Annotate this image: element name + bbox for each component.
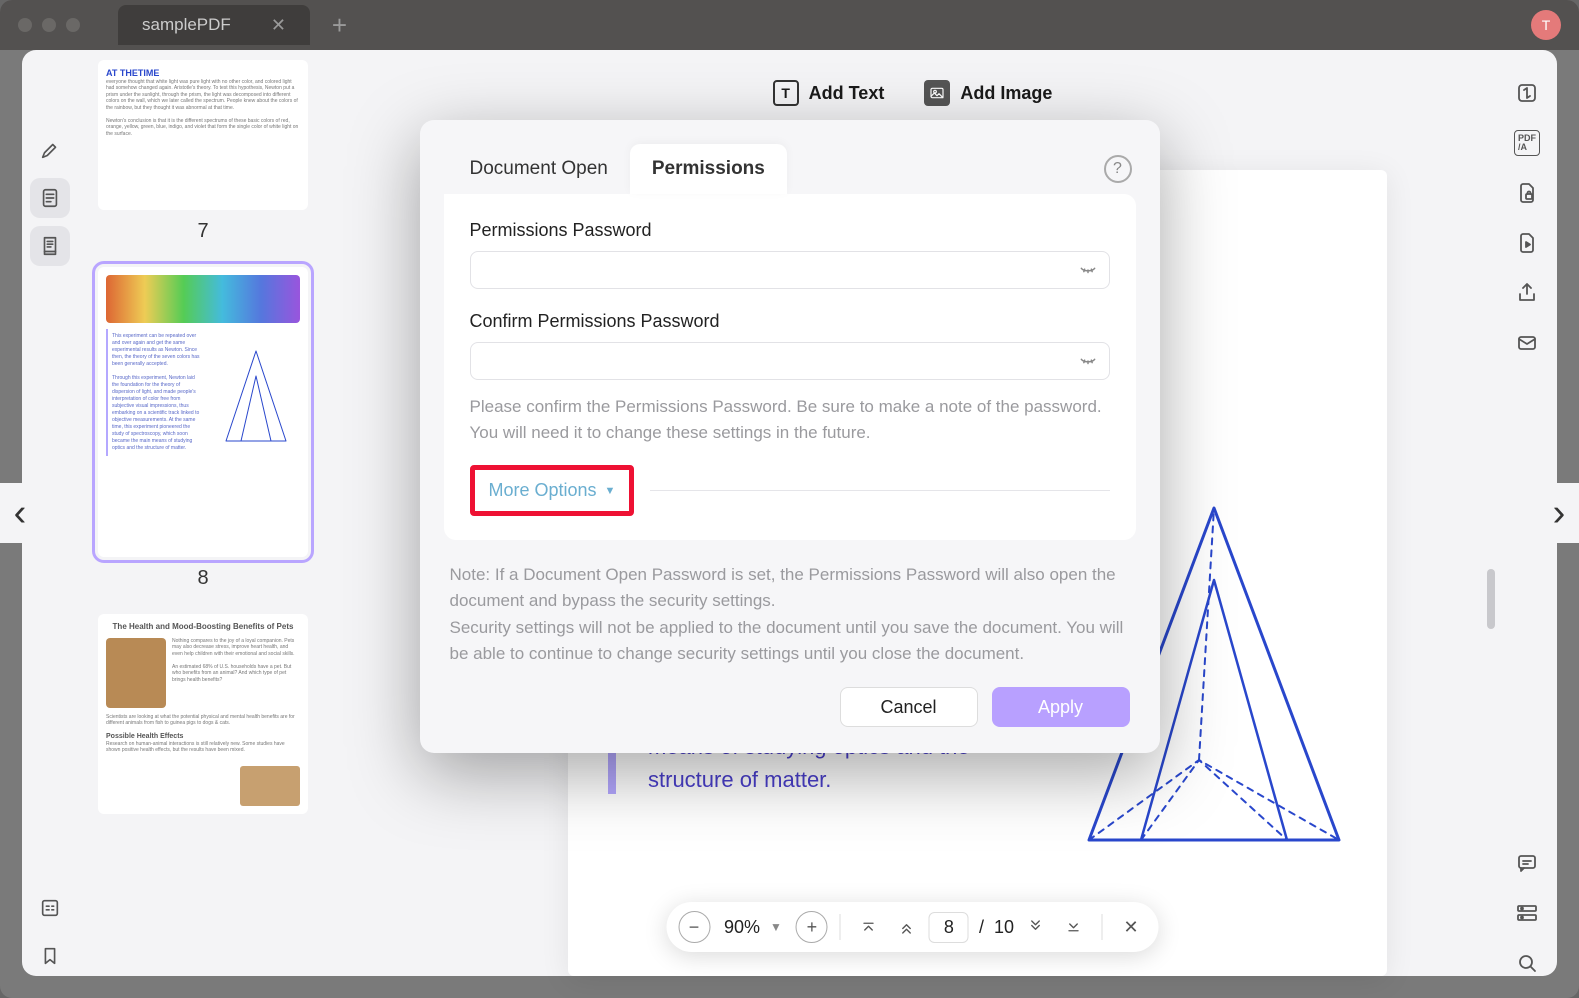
security-settings-modal: Document Open Permissions ? Permissions … bbox=[420, 120, 1160, 753]
apply-button[interactable]: Apply bbox=[992, 687, 1130, 727]
security-notes: Note: If a Document Open Password is set… bbox=[420, 540, 1160, 667]
tab-document-open[interactable]: Document Open bbox=[448, 144, 630, 194]
caret-down-icon: ▼ bbox=[605, 485, 616, 497]
modal-overlay: Document Open Permissions ? Permissions … bbox=[0, 0, 1579, 998]
more-options-button[interactable]: More Options ▼ bbox=[470, 465, 635, 516]
app-window: samplePDF ✕ + T bbox=[0, 0, 1579, 998]
confirm-password-input[interactable] bbox=[470, 342, 1110, 380]
toggle-visibility-icon[interactable] bbox=[1078, 349, 1098, 374]
toggle-visibility-icon[interactable] bbox=[1078, 258, 1098, 283]
password-hint: Please confirm the Permissions Password.… bbox=[470, 394, 1110, 445]
tab-permissions[interactable]: Permissions bbox=[630, 144, 787, 194]
cancel-button[interactable]: Cancel bbox=[840, 687, 978, 727]
permissions-password-input[interactable] bbox=[470, 251, 1110, 289]
confirm-password-label: Confirm Permissions Password bbox=[470, 311, 1110, 332]
help-icon[interactable]: ? bbox=[1104, 155, 1132, 183]
permissions-password-label: Permissions Password bbox=[470, 220, 1110, 241]
permissions-panel: Permissions Password Confirm Permissions… bbox=[444, 194, 1136, 540]
